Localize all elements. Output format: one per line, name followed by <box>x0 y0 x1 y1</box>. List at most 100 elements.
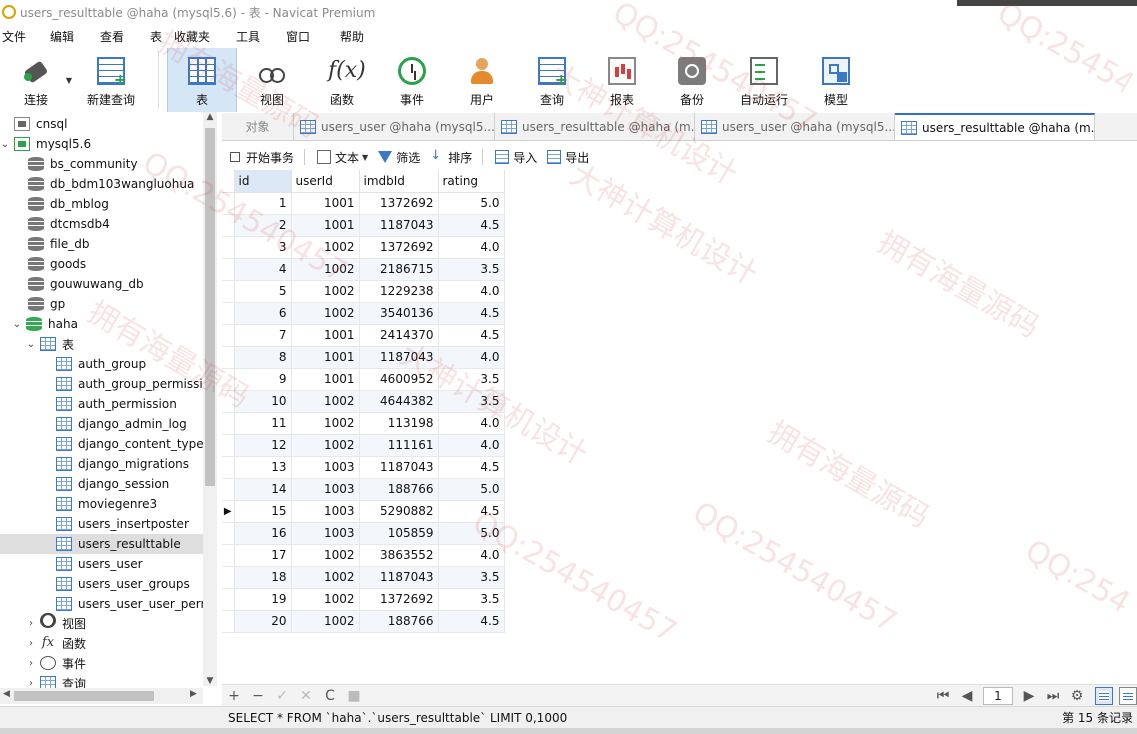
form-view-toggle[interactable] <box>1119 687 1137 705</box>
report-button[interactable]: 报表 <box>587 48 657 112</box>
cell-id[interactable]: 7 <box>234 324 292 347</box>
cell-id[interactable]: 10 <box>234 390 292 413</box>
new-query-button[interactable]: 新建查询 <box>72 48 150 112</box>
cell-rating[interactable]: 3.5 <box>438 588 505 611</box>
table-row[interactable]: 8 1001 1187043 4.0 <box>222 346 505 369</box>
cell-rating[interactable]: 4.0 <box>438 544 505 567</box>
cell-userid[interactable]: 1002 <box>291 302 360 325</box>
row-indicator[interactable] <box>222 280 235 303</box>
cell-userid[interactable]: 1002 <box>291 390 360 413</box>
cell-rating[interactable]: 5.0 <box>438 478 505 501</box>
row-indicator[interactable] <box>222 588 235 611</box>
text-button[interactable]: 文本 ▼ <box>317 149 368 166</box>
cell-imdbid[interactable]: 1372692 <box>359 588 439 611</box>
table-row[interactable]: 10 1002 4644382 3.5 <box>222 390 505 413</box>
cell-id[interactable]: 16 <box>234 522 292 545</box>
tab-users-resulttable[interactable]: users_resulttable @haha (m... <box>495 113 695 140</box>
tree-db-bdm103[interactable]: db_bdm103wangluohua <box>28 174 194 194</box>
prev-page-button[interactable]: ◀ <box>955 688 979 704</box>
tree-table-item[interactable]: django_admin_log <box>56 414 187 434</box>
cell-userid[interactable]: 1003 <box>291 478 360 501</box>
tree-table-item[interactable]: moviegenre3 <box>56 494 157 514</box>
cell-imdbid[interactable]: 1187043 <box>359 214 439 237</box>
cell-userid[interactable]: 1002 <box>291 258 360 281</box>
table-row[interactable]: 6 1002 3540136 4.5 <box>222 302 505 325</box>
cell-rating[interactable]: 3.5 <box>438 566 505 589</box>
settings-gear-button[interactable]: ⚙ <box>1065 688 1089 704</box>
tree-views-folder[interactable]: › 视图 <box>26 613 86 633</box>
tree-db-goods[interactable]: goods <box>28 254 86 274</box>
export-button[interactable]: 导出 <box>547 149 589 166</box>
row-indicator[interactable] <box>222 258 235 281</box>
table-row[interactable]: 19 1002 1372692 3.5 <box>222 588 505 611</box>
tree-vertical-scrollbar[interactable]: ▲ ▼ <box>203 112 217 686</box>
cell-imdbid[interactable]: 188766 <box>359 478 439 501</box>
expand-chevron-icon[interactable]: › <box>26 658 36 669</box>
tree-table-item[interactable]: auth_group <box>56 354 146 374</box>
tree-table-item[interactable]: users_insertposter <box>56 514 189 534</box>
row-indicator[interactable] <box>222 390 235 413</box>
expand-chevron-icon[interactable]: › <box>26 618 36 629</box>
table-row[interactable]: ▶ 15 1003 5290882 4.5 <box>222 500 505 523</box>
table-row[interactable]: 14 1003 188766 5.0 <box>222 478 505 501</box>
apply-changes-button[interactable]: ✓ <box>270 688 294 704</box>
next-page-button[interactable]: ▶ <box>1017 688 1041 704</box>
table-row[interactable]: 11 1002 113198 4.0 <box>222 412 505 435</box>
last-page-button[interactable]: ⏭ <box>1041 688 1065 704</box>
cell-id[interactable]: 20 <box>234 610 292 633</box>
cell-imdbid[interactable]: 2414370 <box>359 324 439 347</box>
cell-rating[interactable]: 3.5 <box>438 368 505 391</box>
grid-view-toggle[interactable] <box>1095 687 1113 705</box>
row-indicator[interactable] <box>222 324 235 347</box>
cell-id[interactable]: 3 <box>234 236 292 259</box>
cell-userid[interactable]: 1003 <box>291 500 360 523</box>
cell-userid[interactable]: 1001 <box>291 214 360 237</box>
filter-button[interactable]: 筛选 <box>378 149 420 166</box>
row-indicator[interactable] <box>222 478 235 501</box>
tree-connection-mysql56[interactable]: ⌄ mysql5.6 <box>0 134 91 154</box>
cell-userid[interactable]: 1002 <box>291 280 360 303</box>
delete-record-button[interactable]: − <box>246 688 270 704</box>
tree-table-item[interactable]: django_session <box>56 474 169 494</box>
cell-id[interactable]: 11 <box>234 412 292 435</box>
cell-userid[interactable]: 1001 <box>291 346 360 369</box>
menu-file[interactable]: 文件 <box>0 28 50 45</box>
backup-button[interactable]: 备份 <box>657 48 727 112</box>
cell-userid[interactable]: 1002 <box>291 412 360 435</box>
view-button[interactable]: 视图 <box>237 48 307 112</box>
cell-imdbid[interactable]: 3863552 <box>359 544 439 567</box>
cell-imdbid[interactable]: 1187043 <box>359 566 439 589</box>
import-button[interactable]: 导入 <box>495 149 537 166</box>
menu-favorites[interactable]: 收藏夹 <box>174 28 236 45</box>
menu-view[interactable]: 查看 <box>100 28 150 45</box>
cell-userid[interactable]: 1002 <box>291 566 360 589</box>
cell-imdbid[interactable]: 1187043 <box>359 456 439 479</box>
row-indicator[interactable] <box>222 192 235 215</box>
menu-edit[interactable]: 编辑 <box>50 28 100 45</box>
scroll-thumb[interactable] <box>205 128 215 486</box>
expand-chevron-icon[interactable]: › <box>26 678 36 689</box>
tree-db-haha[interactable]: ⌄ haha <box>12 314 78 334</box>
row-indicator[interactable] <box>222 214 235 237</box>
cell-rating[interactable]: 4.0 <box>438 346 505 369</box>
row-indicator[interactable] <box>222 346 235 369</box>
row-indicator[interactable] <box>222 302 235 325</box>
cell-id[interactable]: 17 <box>234 544 292 567</box>
function-button[interactable]: f(x) 函数 <box>307 48 377 112</box>
scroll-right-icon[interactable]: ▶ <box>190 689 197 699</box>
table-row[interactable]: 1 1001 1372692 5.0 <box>222 192 505 215</box>
refresh-button[interactable]: C <box>318 688 342 704</box>
tree-table-item[interactable]: auth_group_permissio <box>56 374 210 394</box>
tree-connection-cnsql[interactable]: cnsql <box>0 114 67 134</box>
first-page-button[interactable]: ⏮ <box>931 688 955 704</box>
scroll-left-icon[interactable]: ◀ <box>3 689 10 699</box>
menu-tools[interactable]: 工具 <box>236 28 286 45</box>
cell-imdbid[interactable]: 4600952 <box>359 368 439 391</box>
tree-db-gp[interactable]: gp <box>28 294 65 314</box>
cell-imdbid[interactable]: 188766 <box>359 610 439 633</box>
tree-db-dtcmsdb4[interactable]: dtcmsdb4 <box>28 214 110 234</box>
cell-id[interactable]: 4 <box>234 258 292 281</box>
expand-chevron-icon[interactable]: › <box>26 638 36 649</box>
cell-userid[interactable]: 1002 <box>291 544 360 567</box>
table-row[interactable]: 5 1002 1229238 4.0 <box>222 280 505 303</box>
